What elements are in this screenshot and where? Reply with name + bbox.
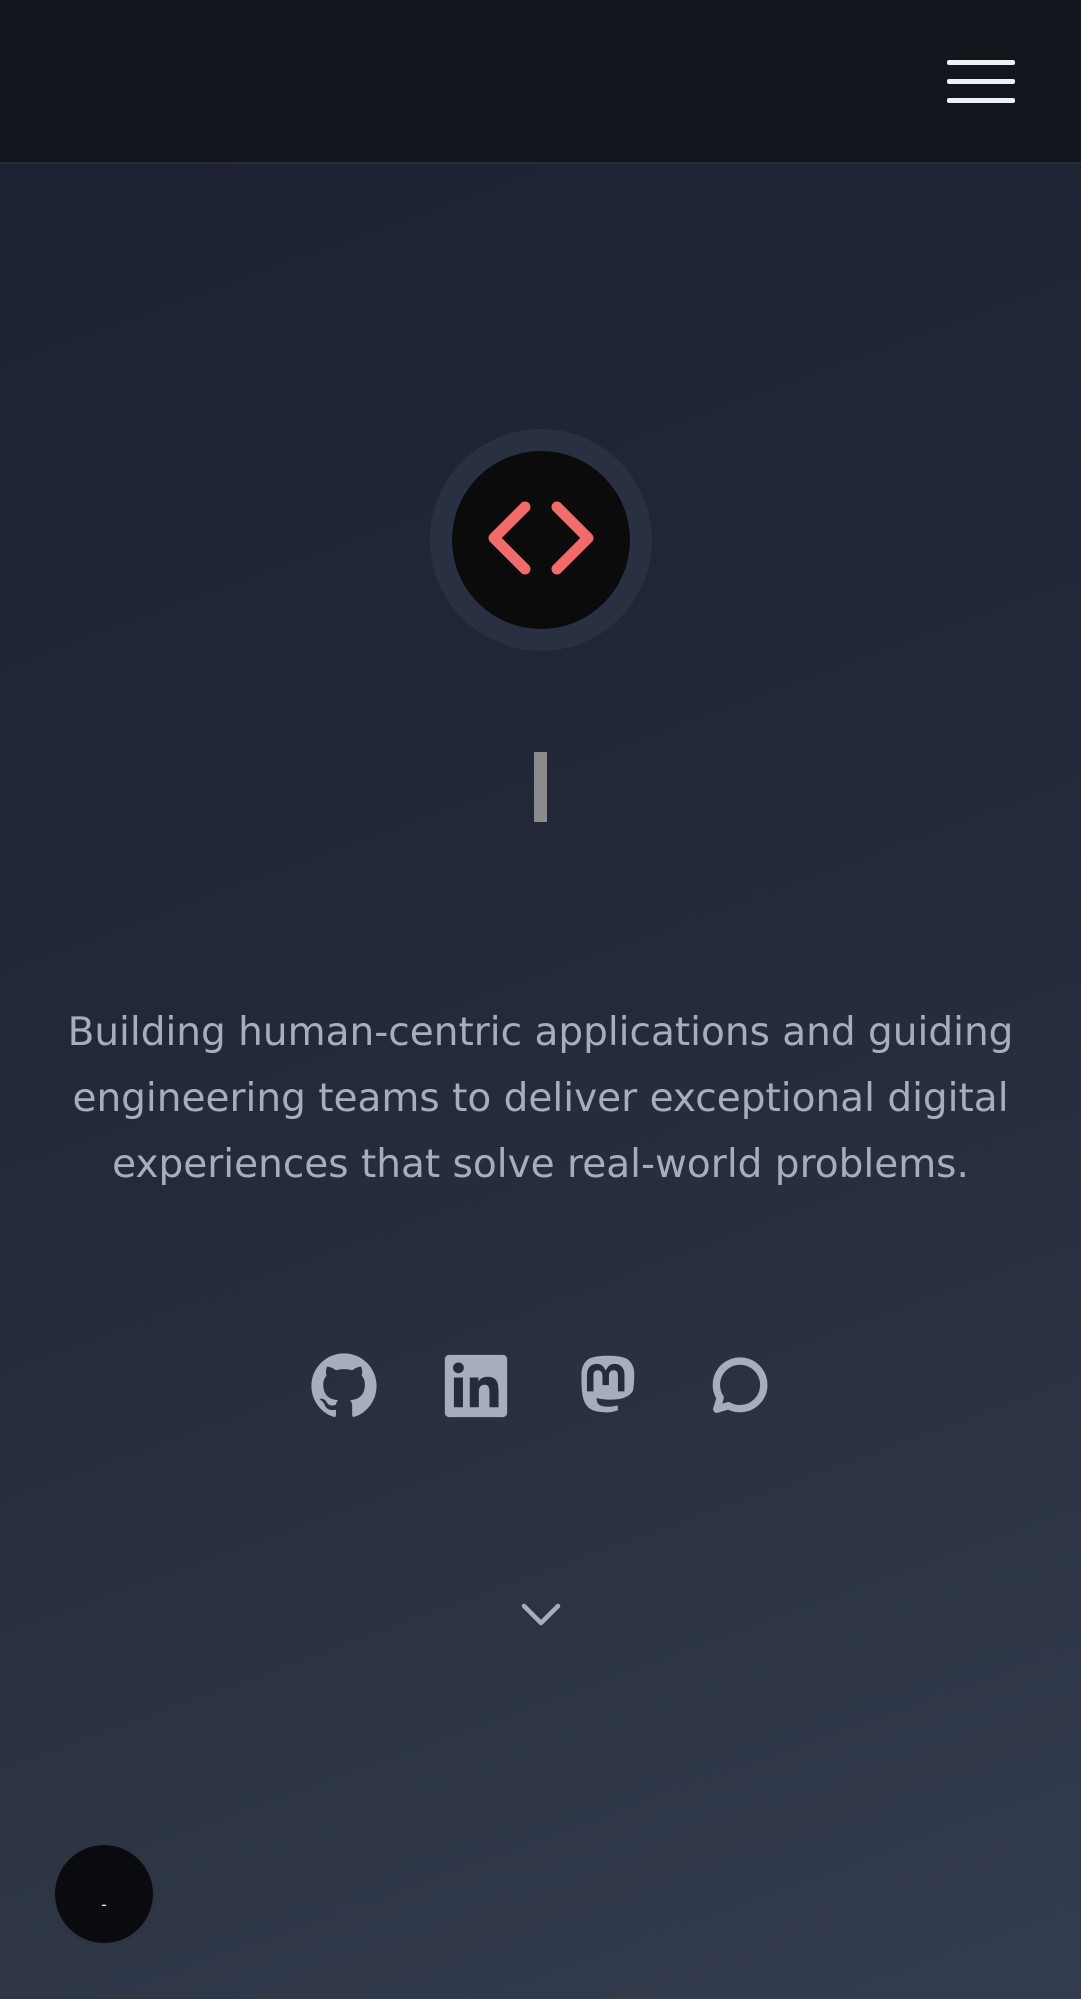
code-brackets-icon — [488, 501, 594, 575]
top-navigation-bar — [0, 0, 1081, 164]
hero-tagline: Building human-centric applications and … — [67, 1010, 1014, 1187]
theme-toggle-button[interactable]: - — [52, 1842, 156, 1946]
logo-background — [452, 451, 630, 629]
typing-cursor — [534, 752, 547, 822]
chat-bubble-icon — [712, 1357, 768, 1413]
theme-toggle-label: - — [101, 1895, 107, 1914]
social-links — [0, 1352, 1081, 1420]
linkedin-icon — [444, 1354, 508, 1418]
scroll-down-button[interactable] — [516, 1597, 566, 1631]
site-logo — [430, 429, 652, 651]
chevron-down-icon — [521, 1603, 561, 1626]
linkedin-link[interactable] — [442, 1352, 510, 1420]
mastodon-link[interactable] — [574, 1352, 642, 1420]
github-link[interactable] — [310, 1352, 378, 1420]
hamburger-menu-icon[interactable] — [947, 60, 1015, 104]
mastodon-icon — [581, 1355, 635, 1413]
chat-link[interactable] — [706, 1352, 774, 1420]
github-icon — [311, 1353, 377, 1417]
